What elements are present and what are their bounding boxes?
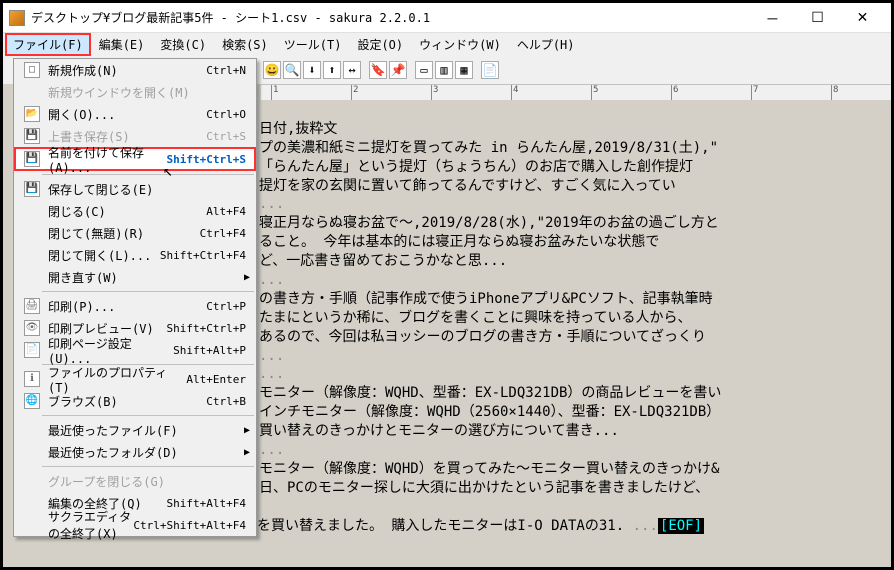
menu-convert[interactable]: 変換(C)	[152, 33, 214, 56]
tool-icon-4[interactable]: ⬆	[323, 61, 341, 79]
menu-browse[interactable]: 🌐 ブラウズ(B) Ctrl+B	[14, 390, 256, 412]
window-controls: ─ ☐ ✕	[750, 4, 885, 32]
text-line: モニター（解像度：WQHD）を買ってみた～モニター買い替えのきっかけ&	[259, 461, 719, 477]
text-line: たまにというか稀に、ブログを書くことに興味を持っている人から、	[259, 310, 691, 326]
menu-properties[interactable]: ℹ ファイルのプロパティ(T) Alt+Enter	[14, 368, 256, 390]
menu-edit[interactable]: 編集(E)	[91, 33, 153, 56]
submenu-arrow-icon: ▶	[244, 425, 250, 436]
menu-recent-folders[interactable]: 最近使ったフォルダ(D) ▶	[14, 441, 256, 463]
title-bar: デスクトップ¥ブログ最新記事5件 - シート1.csv - sakura 2.2…	[3, 3, 891, 33]
tool-icon-6[interactable]: 🔖	[369, 61, 387, 79]
new-icon: □	[24, 62, 40, 78]
menu-bar: ファイル(F) 編集(E) 変換(C) 検索(S) ツール(T) 設定(O) ウ…	[3, 33, 891, 56]
menu-reopen[interactable]: 開き直す(W) ▶	[14, 266, 256, 288]
menu-separator	[42, 415, 254, 416]
menu-print[interactable]: 🖨 印刷(P)... Ctrl+P	[14, 295, 256, 317]
menu-close-open[interactable]: 閉じて開く(L)... Shift+Ctrl+F4	[14, 244, 256, 266]
menu-window[interactable]: ウィンドウ(W)	[411, 33, 509, 56]
tool-icon-10[interactable]: ▦	[455, 61, 473, 79]
text-line: 日付,抜粋文	[259, 121, 337, 137]
properties-icon: ℹ	[24, 371, 40, 387]
tool-icon-1[interactable]: 😀	[263, 61, 281, 79]
tool-icon-9[interactable]: ▥	[435, 61, 453, 79]
save-close-icon: 💾	[24, 181, 40, 197]
menu-save-as[interactable]: 💾 名前を付けて保存(A)... Shift+Ctrl+S	[14, 147, 256, 171]
menu-new[interactable]: □ 新規作成(N) Ctrl+N	[14, 59, 256, 81]
menu-separator	[42, 291, 254, 292]
menu-settings[interactable]: 設定(O)	[349, 33, 411, 56]
text-line: ること。 今年は基本的には寝正月ならぬ寝お盆みたいな状態で	[259, 234, 659, 250]
menu-page-setup[interactable]: 📄 印刷ページ設定(U)... Shift+Alt+P	[14, 339, 256, 361]
preview-icon: 👁	[24, 320, 40, 336]
tool-icon-2[interactable]: 🔍	[283, 61, 301, 79]
text-line: の書き方・手順（記事作成で使うiPhoneアプリ&PCソフト、記事執筆時	[259, 291, 713, 307]
menu-close-nosave[interactable]: 閉じて(無題)(R) Ctrl+F4	[14, 222, 256, 244]
menu-new-window[interactable]: 新規ウインドウを開く(M)	[14, 81, 256, 103]
menu-search[interactable]: 検索(S)	[214, 33, 276, 56]
tool-icon-3[interactable]: ⬇	[303, 61, 321, 79]
text-line: プの美濃和紙ミニ提灯を買ってみた in らんたん屋,2019/8/31(土),"	[259, 140, 718, 156]
text-line: 寝正月ならぬ寝お盆で～,2019/8/28(水),"2019年のお盆の過ごし方と	[259, 215, 719, 231]
maximize-button[interactable]: ☐	[795, 4, 840, 32]
menu-close[interactable]: 閉じる(C) Alt+F4	[14, 200, 256, 222]
editor-text[interactable]: 日付,抜粋文 プの美濃和紙ミニ提灯を買ってみた in らんたん屋,2019/8/…	[259, 101, 885, 498]
close-button[interactable]: ✕	[840, 4, 885, 32]
title-text: デスクトップ¥ブログ最新記事5件 - シート1.csv - sakura 2.2…	[31, 9, 750, 26]
menu-file[interactable]: ファイル(F)	[5, 33, 91, 56]
tool-icon-7[interactable]: 📌	[389, 61, 407, 79]
text-line: モニター（解像度：WQHD、型番：EX-LDQ321DB）の商品レビューを書い	[259, 385, 721, 401]
menu-separator	[42, 466, 254, 467]
tool-icon-8[interactable]: ▭	[415, 61, 433, 79]
open-icon: 📂	[24, 106, 40, 122]
file-menu-dropdown: □ 新規作成(N) Ctrl+N 新規ウインドウを開く(M) 📂 開く(O)..…	[13, 58, 257, 537]
tool-icon-5[interactable]: ↔	[343, 61, 361, 79]
text-line: ど、一応書き留めておこうかなと思...	[259, 253, 507, 269]
text-line: 買い替えのきっかけとモニターの選び方について書き...	[259, 423, 619, 439]
menu-open[interactable]: 📂 開く(O)... Ctrl+O	[14, 103, 256, 125]
menu-close-group[interactable]: グループを閉じる(G)	[14, 470, 256, 492]
menu-tools[interactable]: ツール(T)	[276, 33, 350, 56]
menu-exit-all[interactable]: サクラエディタの全終了(X) Ctrl+Shift+Alt+F4	[14, 514, 256, 536]
save-icon: 💾	[24, 128, 40, 144]
page-setup-icon: 📄	[24, 342, 40, 358]
menu-save-close[interactable]: 💾 保存して閉じる(E)	[14, 178, 256, 200]
print-icon: 🖨	[24, 298, 40, 314]
ruler: 1 2 3 4 5 6 7 8	[261, 84, 891, 100]
save-as-icon: 💾	[24, 151, 40, 167]
browse-icon: 🌐	[24, 393, 40, 409]
text-line: あるので、今回は私ヨッシーのブログの書き方・手順についてざっくり	[259, 329, 706, 345]
text-line: 提灯を家の玄関に置いて飾ってるんですけど、すごく気に入ってい	[259, 178, 676, 194]
app-icon	[9, 10, 25, 26]
minimize-button[interactable]: ─	[750, 4, 795, 32]
tool-icon-11[interactable]: 📄	[481, 61, 499, 79]
submenu-arrow-icon: ▶	[244, 272, 250, 283]
menu-recent-files[interactable]: 最近使ったファイル(F) ▶	[14, 419, 256, 441]
menu-help[interactable]: ヘルプ(H)	[509, 33, 583, 56]
text-line: インチモニター（解像度：WQHD（2560×1440）、型番：EX-LDQ321…	[259, 404, 720, 420]
text-line: 「らんたん屋」という提灯（ちょうちん）のお店で購入した創作提灯	[259, 159, 693, 175]
text-line: 日、PCのモニター探しに大須に出かけたという記事を書きましたけど、	[259, 480, 709, 496]
submenu-arrow-icon: ▶	[244, 447, 250, 458]
eof-marker: [EOF]	[658, 518, 704, 534]
